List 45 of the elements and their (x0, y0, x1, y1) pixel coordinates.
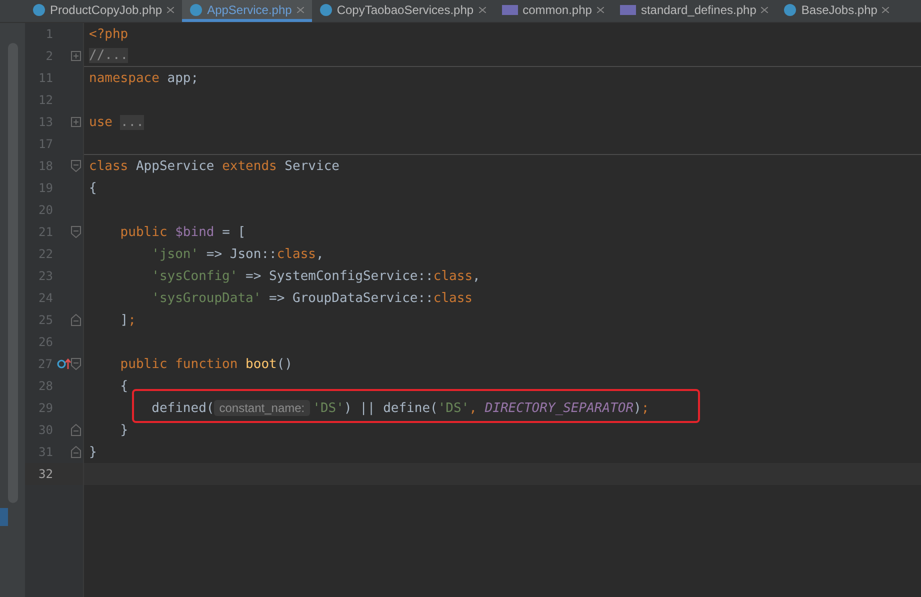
code-line: ]; (119, 312, 137, 330)
parameter-hint: constant_name: (214, 400, 310, 416)
code-line: 'json' => Json::class, (150, 246, 325, 264)
code-line: class AppService extends Service (88, 158, 340, 176)
expand-fold-icon[interactable] (71, 51, 81, 61)
class-file-icon (33, 4, 45, 16)
code-line: defined( constant_name: 'DS') || define('DS', DIRECTORY_SEPARATOR); (150, 399, 650, 418)
collapse-fold-icon[interactable] (71, 226, 81, 238)
close-icon[interactable] (882, 6, 890, 12)
file-tab[interactable]: CopyTaobaoServices.php (312, 0, 494, 22)
close-icon[interactable] (761, 6, 768, 12)
code-line: } (119, 422, 130, 440)
code-line: use ... (88, 114, 145, 132)
collapse-fold-icon[interactable] (71, 160, 81, 172)
code-line: namespace app; (88, 70, 200, 88)
code-line: } (88, 444, 98, 462)
line-number: 32 (38, 467, 53, 481)
file-tab[interactable]: standard_defines.php (612, 0, 776, 22)
panel-marker (0, 508, 8, 526)
close-icon[interactable] (478, 6, 486, 12)
class-file-icon (320, 4, 332, 16)
file-tab[interactable]: common.php (494, 0, 612, 22)
file-tab[interactable]: AppService.php (182, 0, 312, 22)
code-line: <?php (88, 26, 130, 44)
code-line: { (119, 378, 130, 396)
close-icon[interactable] (167, 6, 174, 12)
override-marker-icon[interactable] (57, 358, 71, 370)
class-file-icon (784, 4, 796, 16)
file-tab[interactable]: BaseJobs.php (776, 0, 898, 22)
close-icon[interactable] (296, 6, 304, 12)
fold-end-icon[interactable] (71, 446, 81, 458)
code-line: 'sysConfig' => SystemConfigService::class, (150, 268, 482, 286)
class-file-icon (190, 4, 202, 16)
code-line: public $bind = [ (119, 224, 247, 242)
close-icon[interactable] (596, 6, 604, 12)
php-file-icon (620, 4, 636, 14)
fold-end-icon[interactable] (71, 314, 81, 326)
fold-end-icon[interactable] (71, 424, 81, 436)
code-line: 'sysGroupData' => GroupDataService::class (150, 290, 474, 308)
collapse-fold-icon[interactable] (71, 358, 81, 370)
code-line: { (88, 180, 98, 198)
file-tab[interactable]: ProductCopyJob.php (25, 0, 182, 22)
expand-fold-icon[interactable] (71, 117, 81, 127)
code-line: public function boot() (119, 356, 294, 374)
php-file-icon (502, 4, 518, 14)
